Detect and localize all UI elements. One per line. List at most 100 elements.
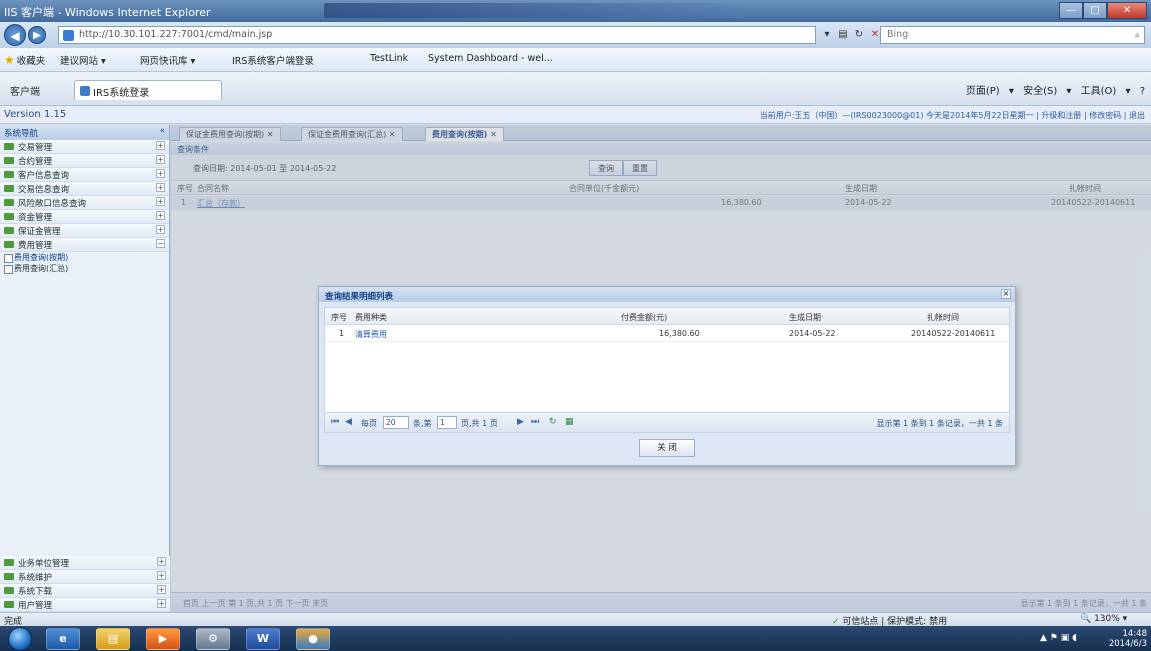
table-row[interactable]: 1 清算费用 16,380.60 2014-05-22 20140522-201… bbox=[325, 325, 1009, 342]
sidebar-item-business-units[interactable]: 业务单位管理 + bbox=[0, 556, 170, 570]
tools-menu[interactable]: 工具(O) ▾ bbox=[1081, 86, 1131, 97]
app-taskbar-icon[interactable]: ⚙ bbox=[196, 628, 230, 650]
sidebar-item-download[interactable]: 系统下载 + bbox=[0, 584, 170, 598]
expand-icon[interactable]: + bbox=[157, 599, 166, 608]
messenger-taskbar-icon[interactable]: ● bbox=[296, 628, 330, 650]
tab-irs-login[interactable]: IRS系统登录 bbox=[74, 80, 222, 100]
sidebar-item-maintenance[interactable]: 系统维护 + bbox=[0, 570, 170, 584]
favorite-web-slices[interactable]: 网页快讯库 ▾ bbox=[140, 53, 195, 67]
sidebar-header: 系统导航 « bbox=[0, 125, 169, 140]
first-page-icon[interactable]: ⏮ bbox=[331, 417, 339, 427]
user-info-links[interactable]: 当前用户:王五（中国）—(IRS0023000@01) 今天是2014年5月22… bbox=[760, 110, 1145, 121]
page-number-input[interactable]: 1 bbox=[437, 416, 457, 429]
dialog-pager-summary: 显示第 1 条到 1 条记录，一共 1 条 bbox=[876, 419, 1003, 428]
expand-icon[interactable]: + bbox=[157, 557, 166, 566]
next-page-icon[interactable]: ▶ bbox=[517, 417, 524, 427]
search-input[interactable]: Bing ⌕ bbox=[880, 26, 1145, 44]
table-cell: 20140522-20140611 bbox=[911, 329, 996, 338]
sidebar-item-users[interactable]: 用户管理 + bbox=[0, 598, 170, 612]
address-field[interactable]: http://10.30.101.227:7001/cmd/main.jsp bbox=[58, 26, 816, 44]
start-button[interactable] bbox=[8, 627, 32, 651]
column-header: 序号 bbox=[331, 313, 347, 322]
zoom-control[interactable]: 🔍 130% ▾ bbox=[1080, 614, 1127, 624]
favorite-suggested-sites[interactable]: 建议网站 ▾ bbox=[60, 53, 106, 67]
expand-icon[interactable]: + bbox=[156, 225, 165, 234]
ie-page-icon bbox=[63, 30, 74, 41]
sidebar-subitem-fee-by-period[interactable]: 费用查询(按期) bbox=[0, 252, 169, 263]
collapse-item-icon[interactable]: − bbox=[156, 239, 165, 248]
sidebar-item-fees[interactable]: 费用管理 − bbox=[0, 238, 169, 252]
folder-icon bbox=[4, 185, 14, 192]
folder-icon bbox=[4, 241, 14, 248]
clock[interactable]: 14:48 2014/6/3 bbox=[1109, 629, 1147, 649]
maximize-button[interactable]: □ bbox=[1083, 2, 1107, 19]
prev-page-icon[interactable]: ◀ bbox=[345, 417, 352, 427]
table-cell: 2014-05-22 bbox=[789, 329, 836, 338]
sidebar: 系统导航 « 交易管理 + 合约管理 + 客户信息查询 + 交易信息查询 + 风险敞口信… bbox=[0, 125, 170, 612]
back-button[interactable]: ◀ bbox=[4, 24, 26, 46]
column-header: 生成日期 bbox=[789, 313, 821, 322]
export-icon[interactable]: ▦ bbox=[565, 417, 574, 427]
expand-icon[interactable]: + bbox=[156, 197, 165, 206]
dialog-title: 查询结果明细列表 bbox=[325, 292, 394, 302]
tab-command-bar: 客户端 IRS系统登录 页面(P) ▾ 安全(S) ▾ 工具(O) ▾ ? bbox=[0, 72, 1151, 106]
page-icon bbox=[80, 86, 90, 96]
close-button[interactable]: ✕ bbox=[1107, 2, 1147, 19]
favorite-testlink[interactable]: TestLink bbox=[370, 53, 408, 64]
folder-icon bbox=[4, 213, 14, 220]
search-placeholder: Bing bbox=[887, 29, 909, 40]
address-controls: ▾ ▤ ↻ ✕ bbox=[820, 27, 882, 43]
folder-icon bbox=[4, 171, 14, 178]
safety-menu[interactable]: 安全(S) ▾ bbox=[1023, 86, 1071, 97]
explorer-taskbar-icon[interactable]: ▤ bbox=[96, 628, 130, 650]
sidebar-item-contract[interactable]: 合约管理 + bbox=[0, 154, 169, 168]
expand-icon[interactable]: + bbox=[156, 155, 165, 164]
refresh-icon[interactable]: ↻ bbox=[549, 417, 557, 427]
sidebar-item-trade[interactable]: 交易管理 + bbox=[0, 140, 169, 154]
sidebar-item-client-query[interactable]: 客户信息查询 + bbox=[0, 168, 169, 182]
dialog-close-button[interactable]: 关 闭 bbox=[639, 439, 695, 457]
refresh-icon[interactable]: ↻ bbox=[852, 27, 866, 43]
expand-icon[interactable]: + bbox=[156, 211, 165, 220]
sidebar-item-funds[interactable]: 资金管理 + bbox=[0, 210, 169, 224]
favorites-button[interactable]: ★ 收藏夹 bbox=[4, 53, 45, 67]
minimize-button[interactable]: — bbox=[1059, 2, 1083, 19]
tab-group-client[interactable]: 客户端 bbox=[2, 80, 48, 100]
expand-icon[interactable]: + bbox=[157, 585, 166, 594]
close-icon[interactable]: × bbox=[1001, 289, 1011, 299]
compat-view-icon[interactable]: ▤ bbox=[836, 27, 850, 43]
last-page-icon[interactable]: ⏭ bbox=[531, 417, 539, 427]
tray-icons[interactable]: ▲ ⚑ ▣ ◖ bbox=[1040, 633, 1077, 643]
table-cell: 16,380.60 bbox=[659, 329, 700, 338]
sidebar-item-trade-query[interactable]: 交易信息查询 + bbox=[0, 182, 169, 196]
favorite-system-dashboard[interactable]: System Dashboard - wel... bbox=[428, 53, 553, 64]
word-taskbar-icon[interactable]: W bbox=[246, 628, 280, 650]
expand-icon[interactable]: + bbox=[156, 183, 165, 192]
forward-button[interactable]: ▶ bbox=[28, 26, 46, 44]
favorite-irs-login[interactable]: IRS系统客户端登录 bbox=[232, 53, 314, 67]
expand-icon[interactable]: + bbox=[157, 571, 166, 580]
sidebar-item-risk-query[interactable]: 风险敞口信息查询 + bbox=[0, 196, 169, 210]
titlebar-glow bbox=[324, 3, 744, 18]
expand-icon[interactable]: + bbox=[156, 141, 165, 150]
ie-taskbar-icon[interactable]: e bbox=[46, 628, 80, 650]
media-player-taskbar-icon[interactable]: ▶ bbox=[146, 628, 180, 650]
sidebar-subitem-fee-summary[interactable]: 费用查询(汇总) bbox=[0, 263, 169, 274]
collapse-icon[interactable]: « bbox=[160, 126, 165, 136]
help-menu[interactable]: ? bbox=[1140, 86, 1145, 97]
table-cell-link[interactable]: 清算费用 bbox=[355, 329, 387, 340]
page-menu[interactable]: 页面(P) ▾ bbox=[966, 86, 1014, 97]
page-total-label: 页,共 1 页 bbox=[461, 419, 498, 428]
address-url: http://10.30.101.227:7001/cmd/main.jsp bbox=[79, 29, 273, 40]
page-size-input[interactable]: 20 bbox=[383, 416, 409, 429]
sidebar-bottom: 业务单位管理 + 系统维护 + 系统下载 + 用户管理 + bbox=[0, 556, 170, 612]
column-header: 付费金额(元) bbox=[621, 313, 668, 322]
address-dropdown-icon[interactable]: ▾ bbox=[820, 27, 834, 43]
sidebar-item-margin[interactable]: 保证金管理 + bbox=[0, 224, 169, 238]
search-icon[interactable]: ⌕ bbox=[1135, 28, 1140, 44]
window-title: IIS 客户端 - Windows Internet Explorer bbox=[4, 6, 211, 19]
expand-icon[interactable]: + bbox=[156, 169, 165, 178]
column-header: 扎帐时间 bbox=[927, 313, 959, 322]
folder-icon bbox=[4, 559, 14, 566]
page-size-label: 每页 bbox=[361, 419, 377, 428]
